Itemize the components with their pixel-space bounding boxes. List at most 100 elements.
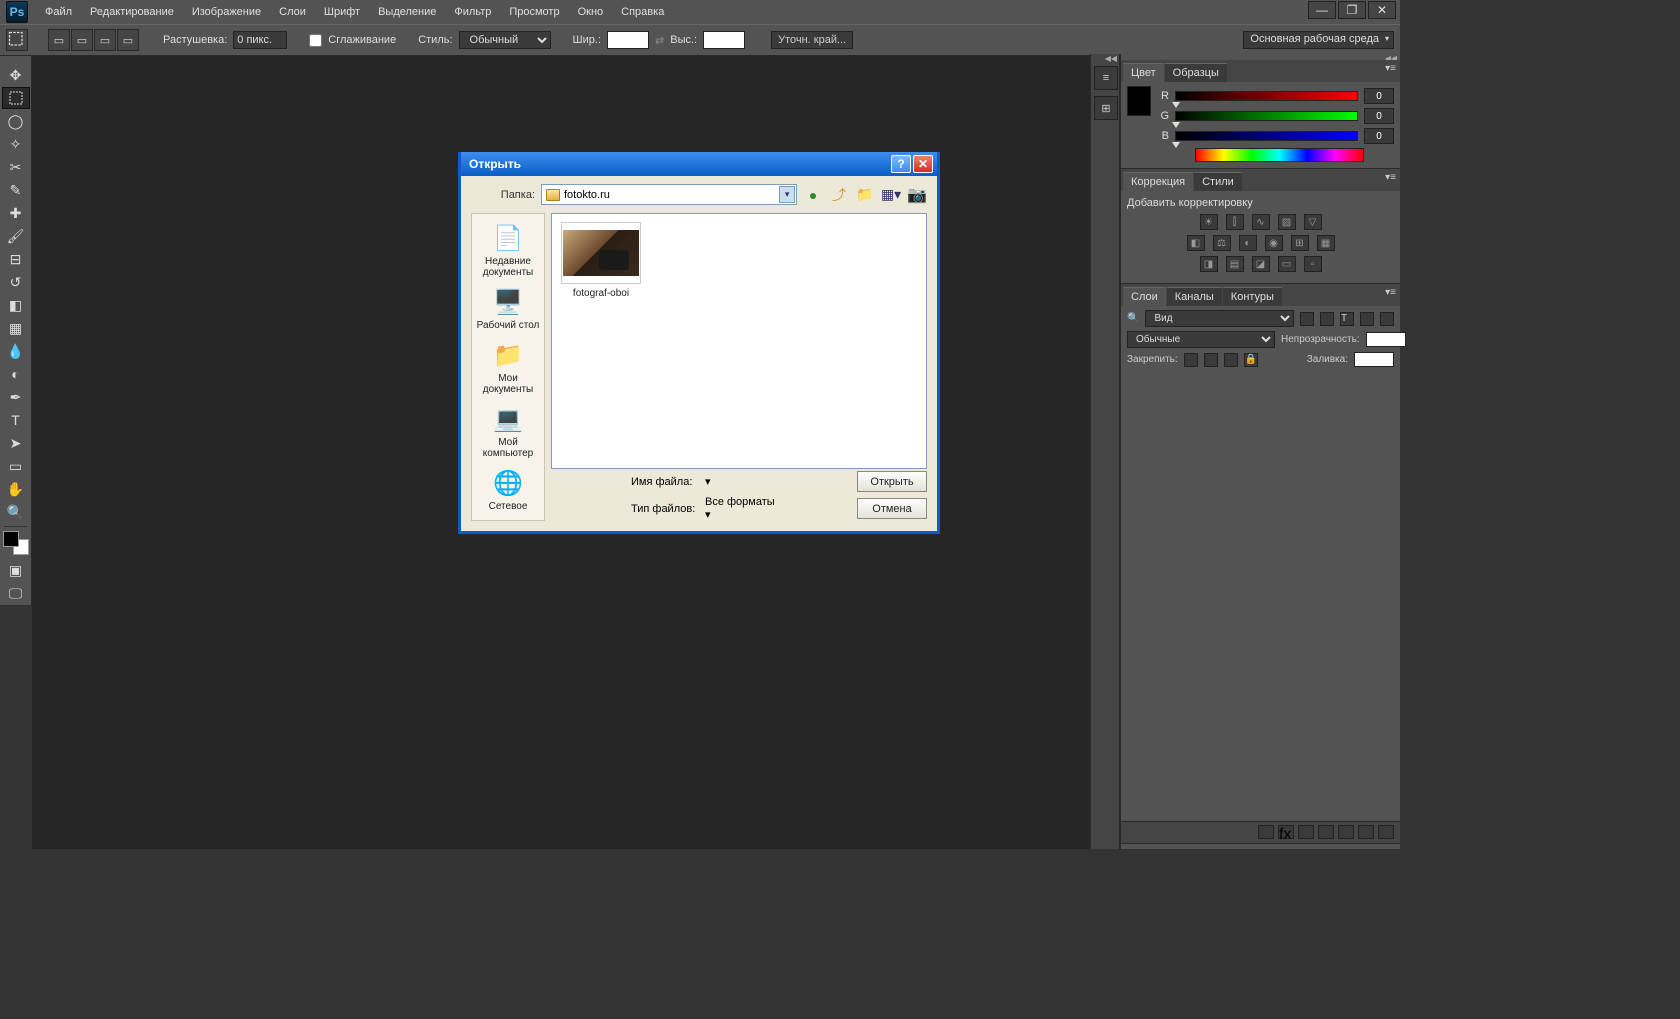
filter-adjust-icon[interactable] xyxy=(1320,312,1334,326)
window-maximize-button[interactable]: ❐ xyxy=(1338,1,1366,19)
vibrance-icon[interactable]: ▽ xyxy=(1304,214,1322,230)
place-recent[interactable]: 📄Недавние документы xyxy=(474,218,542,282)
dialog-close-button[interactable]: ✕ xyxy=(913,155,933,173)
move-tool[interactable]: ✥ xyxy=(2,64,30,86)
panel-menu-icon[interactable]: ▾≡ xyxy=(1385,172,1396,183)
back-button[interactable]: ● xyxy=(803,185,823,205)
file-list-pane[interactable]: fotograf-oboi xyxy=(551,213,927,469)
color-preview-swatch[interactable] xyxy=(1127,86,1151,116)
levels-icon[interactable]: ⫿ xyxy=(1226,214,1244,230)
path-select-tool[interactable]: ➤ xyxy=(2,432,30,454)
lasso-tool[interactable]: ◯ xyxy=(2,110,30,132)
opacity-input[interactable] xyxy=(1366,332,1406,347)
camera-icon[interactable]: 📷 xyxy=(907,185,927,205)
lookup-icon[interactable]: ▦ xyxy=(1317,235,1335,251)
menu-filter[interactable]: Фильтр xyxy=(445,0,500,24)
selection-add-button[interactable]: ▭ xyxy=(71,29,93,51)
refine-edge-button[interactable]: Уточн. край... xyxy=(771,31,853,49)
window-close-button[interactable]: ✕ xyxy=(1368,1,1396,19)
open-button[interactable]: Открыть xyxy=(857,471,927,492)
history-brush-tool[interactable]: ↺ xyxy=(2,271,30,293)
marquee-tool[interactable] xyxy=(2,87,30,109)
exposure-icon[interactable]: ▨ xyxy=(1278,214,1296,230)
crop-tool[interactable]: ✂ xyxy=(2,156,30,178)
up-button[interactable]: ⤴ xyxy=(829,185,849,205)
link-layers-icon[interactable] xyxy=(1258,825,1274,839)
photo-filter-icon[interactable]: ◉ xyxy=(1265,235,1283,251)
height-input[interactable] xyxy=(703,31,745,49)
blur-tool[interactable]: 💧 xyxy=(2,340,30,362)
mixer-icon[interactable]: ⊞ xyxy=(1291,235,1309,251)
selection-intersect-button[interactable]: ▭ xyxy=(117,29,139,51)
hand-tool[interactable]: ✋ xyxy=(2,478,30,500)
antialias-checkbox[interactable] xyxy=(309,34,322,47)
menu-type[interactable]: Шрифт xyxy=(315,0,369,24)
menu-edit[interactable]: Редактирование xyxy=(81,0,183,24)
panel-menu-icon[interactable]: ▾≡ xyxy=(1385,63,1396,74)
filetype-select[interactable]: Все форматы▾ xyxy=(705,496,775,521)
healing-tool[interactable]: ✚ xyxy=(2,202,30,224)
menu-file[interactable]: Файл xyxy=(36,0,81,24)
menu-view[interactable]: Просмотр xyxy=(500,0,568,24)
tab-layers[interactable]: Слои xyxy=(1123,287,1166,306)
hue-icon[interactable]: ◧ xyxy=(1187,235,1205,251)
feather-input[interactable] xyxy=(233,31,287,49)
type-tool[interactable]: T xyxy=(2,409,30,431)
properties-panel-icon[interactable]: ⊞ xyxy=(1094,96,1118,120)
g-input[interactable] xyxy=(1364,108,1394,124)
trash-icon[interactable] xyxy=(1378,825,1394,839)
stamp-tool[interactable]: ⊟ xyxy=(2,248,30,270)
tab-styles[interactable]: Стили xyxy=(1194,172,1242,191)
brightness-icon[interactable]: ☀ xyxy=(1200,214,1218,230)
adjustment-layer-icon[interactable] xyxy=(1318,825,1334,839)
swap-wh-icon[interactable]: ⇄ xyxy=(655,34,664,47)
gradient-map-icon[interactable]: ▭ xyxy=(1278,256,1296,272)
filter-pixel-icon[interactable] xyxy=(1300,312,1314,326)
foreground-background-swatch[interactable] xyxy=(3,531,29,555)
selection-new-button[interactable]: ▭ xyxy=(48,29,70,51)
brush-tool[interactable]: 🖌 xyxy=(2,225,30,247)
fx-icon[interactable]: fx xyxy=(1278,825,1294,839)
g-slider[interactable] xyxy=(1175,111,1358,121)
place-desktop[interactable]: 🖥️Рабочий стол xyxy=(474,282,542,335)
tab-swatches[interactable]: Образцы xyxy=(1165,63,1227,82)
folder-combo[interactable]: fotokto.ru ▾ xyxy=(541,184,797,205)
width-input[interactable] xyxy=(607,31,649,49)
lock-all-icon[interactable]: 🔒 xyxy=(1244,353,1258,367)
tool-preset-picker[interactable] xyxy=(6,29,28,51)
chevron-down-icon[interactable]: ▾ xyxy=(779,186,795,203)
lock-transparency-icon[interactable] xyxy=(1184,353,1198,367)
magic-wand-tool[interactable]: ✧ xyxy=(2,133,30,155)
chevron-down-icon[interactable]: ▾ xyxy=(705,475,711,488)
lock-position-icon[interactable] xyxy=(1224,353,1238,367)
menu-layers[interactable]: Слои xyxy=(270,0,315,24)
pen-tool[interactable]: ✒ xyxy=(2,386,30,408)
tab-adjustments[interactable]: Коррекция xyxy=(1123,172,1193,191)
invert-icon[interactable]: ◨ xyxy=(1200,256,1218,272)
dodge-tool[interactable]: ◐ xyxy=(2,363,30,385)
filter-smart-icon[interactable] xyxy=(1380,312,1394,326)
place-mycomputer[interactable]: 💻Мой компьютер xyxy=(474,399,542,463)
curves-icon[interactable]: ∿ xyxy=(1252,214,1270,230)
r-input[interactable] xyxy=(1364,88,1394,104)
place-network[interactable]: 🌐Сетевое xyxy=(474,463,542,516)
menu-window[interactable]: Окно xyxy=(569,0,613,24)
selection-subtract-button[interactable]: ▭ xyxy=(94,29,116,51)
threshold-icon[interactable]: ◪ xyxy=(1252,256,1270,272)
shape-tool[interactable]: ▭ xyxy=(2,455,30,477)
selective-icon[interactable]: ▫ xyxy=(1304,256,1322,272)
group-icon[interactable] xyxy=(1338,825,1354,839)
file-item[interactable]: fotograf-oboi xyxy=(560,222,642,299)
r-slider[interactable] xyxy=(1175,91,1358,101)
style-select[interactable]: Обычный xyxy=(459,31,551,49)
view-menu-button[interactable]: ▦▾ xyxy=(881,185,901,205)
lock-pixels-icon[interactable] xyxy=(1204,353,1218,367)
dialog-help-button[interactable]: ? xyxy=(891,155,911,173)
chevron-down-icon[interactable]: ▾ xyxy=(705,508,775,521)
new-folder-button[interactable]: 📁 xyxy=(855,185,875,205)
filename-input[interactable]: ▾ xyxy=(705,475,711,488)
fill-input[interactable] xyxy=(1354,352,1394,367)
balance-icon[interactable]: ⚖ xyxy=(1213,235,1231,251)
layer-filter-kind[interactable]: Вид xyxy=(1145,310,1294,327)
tab-color[interactable]: Цвет xyxy=(1123,63,1164,82)
